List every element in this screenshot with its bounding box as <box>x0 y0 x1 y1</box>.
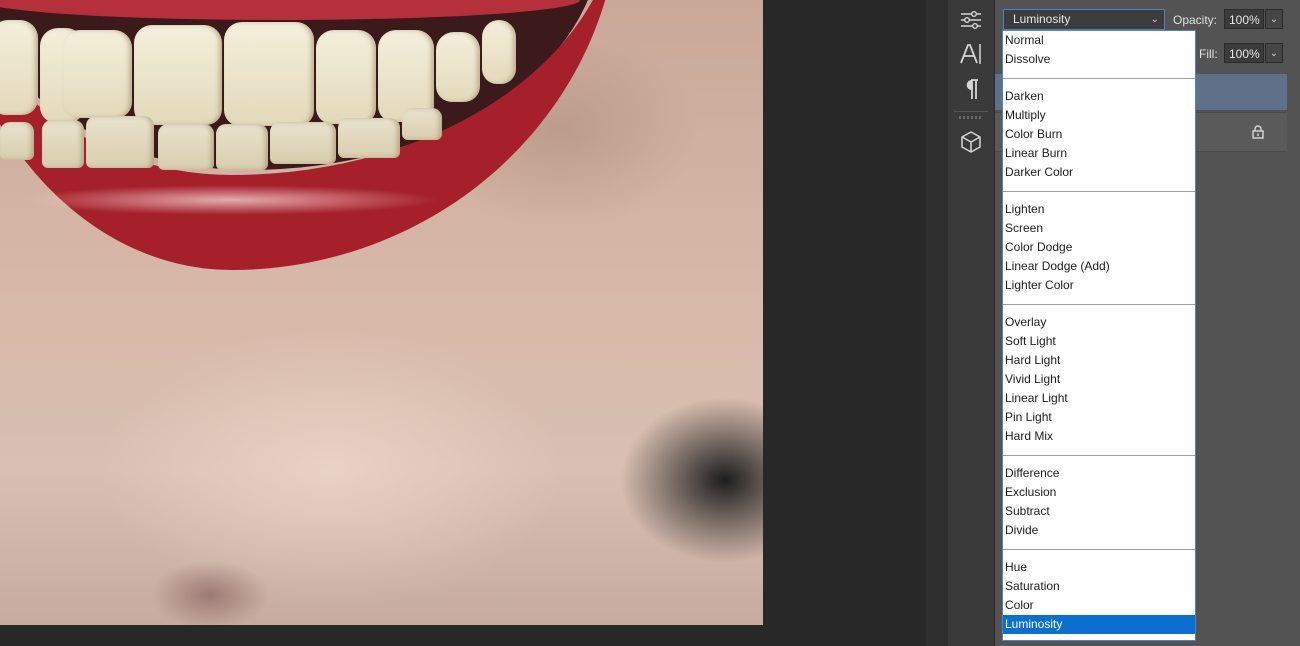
chin-shadow <box>150 560 270 625</box>
tooth <box>338 118 400 158</box>
lock-icon <box>1252 125 1264 139</box>
blend-mode-option[interactable]: Subtract <box>1003 502 1195 521</box>
blend-mode-dropdown-list: Normal Dissolve Darken Multiply Color Burn Li… <box>1002 30 1196 641</box>
lip-highlight <box>20 185 440 215</box>
blend-mode-option[interactable]: Difference <box>1003 464 1195 483</box>
blend-mode-option[interactable]: Linear Dodge (Add) <box>1003 257 1195 276</box>
chevron-down-icon: ⌄ <box>1269 13 1279 25</box>
opacity-label: Opacity: <box>1173 13 1218 27</box>
chevron-down-icon: ⌄ <box>1269 47 1279 59</box>
blend-mode-option[interactable]: Overlay <box>1003 313 1195 332</box>
blend-mode-option[interactable]: Soft Light <box>1003 332 1195 351</box>
panel-gutter <box>926 0 949 646</box>
dropdown-separator <box>1003 191 1195 192</box>
3d-cube-icon[interactable] <box>956 127 986 157</box>
adjustments-icon[interactable] <box>956 5 986 35</box>
blend-mode-option[interactable]: Dissolve <box>1003 50 1195 69</box>
blend-mode-select[interactable]: Luminosity ⌄ <box>1003 9 1165 30</box>
tooth <box>436 32 480 102</box>
dropdown-separator <box>1003 78 1195 79</box>
collapsed-panel-strip <box>948 0 995 646</box>
blend-mode-option[interactable]: Lighter Color <box>1003 276 1195 295</box>
blend-mode-option[interactable]: Linear Burn <box>1003 144 1195 163</box>
blend-mode-option[interactable]: Luminosity <box>1003 615 1195 634</box>
dropdown-separator <box>1003 455 1195 456</box>
dropdown-separator <box>1003 549 1195 550</box>
blend-mode-option[interactable]: Divide <box>1003 521 1195 540</box>
fill-field[interactable]: 100% <box>1224 43 1264 63</box>
tooth <box>402 108 442 140</box>
blend-mode-option[interactable]: Lighten <box>1003 200 1195 219</box>
tooth <box>224 22 314 126</box>
blend-mode-option[interactable]: Linear Light <box>1003 389 1195 408</box>
blend-mode-option[interactable]: Multiply <box>1003 106 1195 125</box>
document-canvas-area <box>0 0 926 646</box>
panel-grip[interactable] <box>959 116 983 119</box>
tooth <box>0 122 34 160</box>
blend-mode-option[interactable]: Saturation <box>1003 577 1195 596</box>
blend-mode-option[interactable]: Screen <box>1003 219 1195 238</box>
tooth <box>86 116 154 168</box>
blend-mode-value: Luminosity <box>1013 12 1071 26</box>
opacity-dropdown-button[interactable]: ⌄ <box>1265 9 1283 29</box>
tooth <box>42 120 84 168</box>
dropdown-separator <box>1003 304 1195 305</box>
tooth <box>482 20 516 84</box>
blend-mode-option[interactable]: Hue <box>1003 558 1195 577</box>
blend-mode-option[interactable]: Normal <box>1003 31 1195 50</box>
blend-mode-option[interactable]: Pin Light <box>1003 408 1195 427</box>
chevron-down-icon: ⌄ <box>1150 14 1159 25</box>
tooth <box>270 122 336 164</box>
paragraph-icon[interactable] <box>956 74 986 104</box>
panel-separator <box>954 111 988 112</box>
blend-mode-option[interactable]: Exclusion <box>1003 483 1195 502</box>
blend-mode-option[interactable]: Darker Color <box>1003 163 1195 182</box>
tooth <box>316 30 376 124</box>
blend-mode-option[interactable]: Darken <box>1003 87 1195 106</box>
tooth <box>216 124 268 170</box>
tooth <box>0 20 38 115</box>
blend-mode-option[interactable]: Hard Mix <box>1003 427 1195 446</box>
blend-mode-option[interactable]: Color <box>1003 596 1195 615</box>
tooth <box>158 124 214 170</box>
opacity-field[interactable]: 100% <box>1224 9 1264 29</box>
tooth <box>134 25 222 125</box>
blend-mode-option[interactable]: Hard Light <box>1003 351 1195 370</box>
character-icon[interactable] <box>956 39 986 69</box>
fill-dropdown-button[interactable]: ⌄ <box>1265 43 1283 63</box>
tooth <box>62 30 132 118</box>
fill-label: Fill: <box>1199 47 1218 61</box>
blend-mode-option[interactable]: Vivid Light <box>1003 370 1195 389</box>
blend-mode-option[interactable]: Color Burn <box>1003 125 1195 144</box>
document-canvas-photo[interactable] <box>0 0 763 625</box>
blend-mode-option[interactable]: Color Dodge <box>1003 238 1195 257</box>
